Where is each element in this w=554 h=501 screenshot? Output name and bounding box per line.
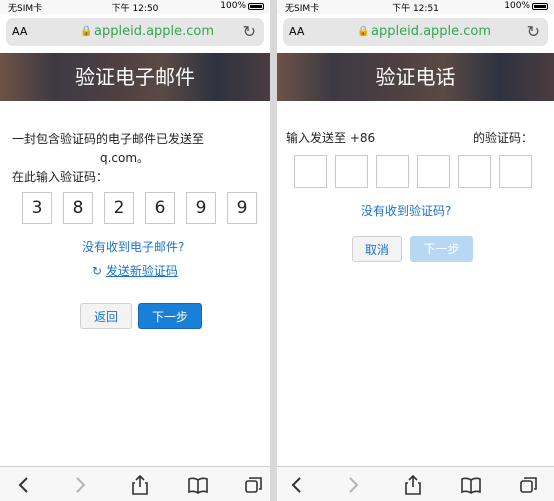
battery-indicator: 100% (220, 1, 264, 11)
battery-percent: 100% (504, 1, 530, 11)
code-digit-1[interactable]: 3 (22, 192, 52, 224)
code-input-2[interactable] (335, 155, 368, 188)
lock-icon: 🔒 (80, 26, 93, 37)
tabs-icon[interactable] (519, 475, 539, 495)
status-bar: 无SIM卡 下午 12:50 100% (0, 0, 270, 14)
code-digit-3[interactable]: 2 (104, 192, 134, 224)
no-code-link[interactable]: 没有收到验证码? (361, 202, 451, 219)
lock-icon: 🔒 (357, 26, 370, 37)
reload-icon[interactable]: ↻ (243, 22, 256, 41)
forward-chevron-icon[interactable] (70, 475, 90, 495)
page-title: 验证电话 (277, 53, 554, 101)
no-email-link[interactable]: 没有收到电子邮件? (82, 238, 184, 255)
code-input-1[interactable] (294, 155, 327, 188)
battery-icon (532, 2, 548, 10)
refresh-icon: ↻ (92, 264, 103, 278)
forward-chevron-icon[interactable] (343, 475, 363, 495)
back-button[interactable]: 返回 (80, 303, 132, 329)
code-input-6[interactable] (499, 155, 532, 188)
bookmarks-icon[interactable] (461, 475, 481, 495)
sent-message: 一封包含验证码的电子邮件已发送至 (12, 132, 205, 146)
email-verification-screen: 无SIM卡 下午 12:50 100% AA 🔒 appleid.apple.c… (0, 0, 270, 501)
phone-verification-screen: 无SIM卡 下午 12:51 100% AA 🔒 appleid.apple.c… (277, 0, 554, 501)
browser-toolbar (0, 466, 270, 501)
text-size-button[interactable]: AA (289, 25, 304, 38)
battery-percent: 100% (220, 1, 246, 11)
back-chevron-icon[interactable] (287, 475, 307, 495)
bookmarks-icon[interactable] (188, 475, 208, 495)
resend-code-label: 发送新验证码 (105, 264, 178, 278)
email-address: q.com。 (100, 151, 150, 165)
domain-text[interactable]: appleid.apple.com (371, 24, 491, 39)
enter-code-label: 在此输入验证码： (12, 170, 109, 184)
resend-code-link[interactable]: ↻ 发送新验证码 (92, 262, 178, 279)
browser-toolbar (277, 466, 554, 501)
next-button[interactable]: 下一步 (138, 303, 202, 329)
share-icon[interactable] (403, 475, 423, 495)
code-input-3[interactable] (376, 155, 409, 188)
code-input-5[interactable] (458, 155, 491, 188)
sent-to-suffix: 的验证码： (473, 131, 534, 145)
code-input-4[interactable] (417, 155, 450, 188)
tabs-icon[interactable] (244, 475, 264, 495)
next-button-disabled[interactable]: 下一步 (410, 236, 473, 262)
cancel-button[interactable]: 取消 (352, 236, 402, 262)
battery-icon (248, 2, 264, 10)
code-digit-2[interactable]: 8 (63, 192, 93, 224)
code-digit-4[interactable]: 6 (145, 192, 175, 224)
domain-text[interactable]: appleid.apple.com (94, 24, 214, 39)
text-size-button[interactable]: AA (12, 25, 27, 38)
sent-to-prefix: 输入发送至 +86 (286, 131, 376, 145)
code-digit-5[interactable]: 9 (186, 192, 216, 224)
back-chevron-icon[interactable] (14, 475, 34, 495)
status-bar: 无SIM卡 下午 12:51 100% (277, 0, 554, 14)
address-bar[interactable]: AA 🔒 appleid.apple.com ↻ (6, 18, 264, 46)
address-bar[interactable]: AA 🔒 appleid.apple.com ↻ (283, 18, 548, 46)
battery-indicator: 100% (504, 1, 548, 11)
reload-icon[interactable]: ↻ (527, 22, 540, 41)
share-icon[interactable] (130, 475, 150, 495)
code-digit-6[interactable]: 9 (227, 192, 257, 224)
page-title: 验证电子邮件 (0, 53, 270, 101)
